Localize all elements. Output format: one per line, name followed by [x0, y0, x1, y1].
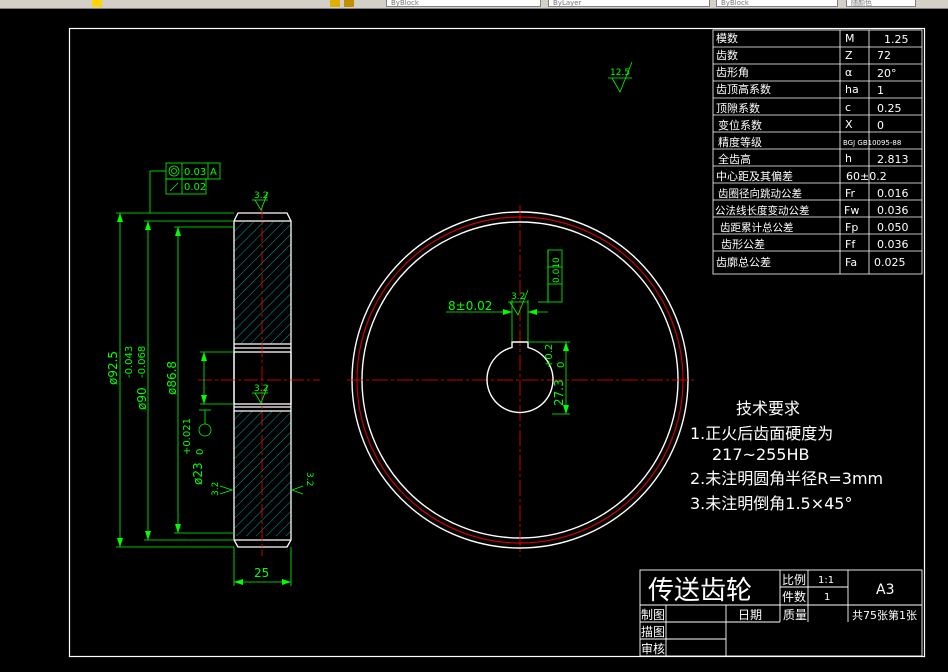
- param-name: 模数: [716, 32, 738, 45]
- datum-label: A: [210, 167, 217, 178]
- param-val: 72: [877, 49, 891, 62]
- param-sym: h: [845, 152, 852, 165]
- param-val: 0.25: [877, 102, 902, 115]
- tech-line1b: 217~255HB: [712, 445, 810, 464]
- bore-tol-upper: +0.021: [182, 418, 193, 455]
- param-sym: BGJ GB10095-88: [843, 139, 901, 147]
- front-dim-text: 8±0.02 3.2 27.3 +0.2 0 0.010 12.5: [448, 68, 630, 406]
- param-sym: Fa: [845, 256, 857, 269]
- roughness-sec3: 3.2: [211, 482, 221, 496]
- od2-tol-lower: -0.068: [137, 346, 148, 378]
- param-name: 顶隙系数: [716, 101, 760, 115]
- front-view: [347, 205, 694, 556]
- od-dim: ø92.5: [106, 351, 120, 385]
- count-value: 1: [824, 592, 830, 603]
- param-val: 0.016: [877, 187, 909, 200]
- tech-line3: 3.未注明倒角1.5×45°: [690, 494, 852, 513]
- param-name: 公法线长度变动公差: [715, 204, 810, 217]
- made-by-label: 制图: [641, 608, 665, 622]
- param-val: 0.050: [877, 221, 909, 234]
- param-val: 0.025: [874, 256, 906, 269]
- param-sym: Fw: [844, 204, 859, 217]
- param-val: 2.813: [877, 153, 909, 166]
- param-name: 齿顶高系数: [716, 82, 771, 96]
- param-name: 齿数: [716, 49, 738, 62]
- param-sym: Ff: [845, 238, 856, 251]
- bore-dim: ø23: [191, 462, 205, 485]
- width-dim: 25: [254, 566, 269, 580]
- param-val: 1.25: [884, 33, 909, 46]
- sheet-size: A3: [876, 582, 894, 598]
- front-dimensions: [446, 61, 633, 415]
- param-name: 齿廓总公差: [716, 255, 771, 269]
- roughness-top: 12.5: [610, 68, 630, 78]
- param-name: 齿形公差: [721, 237, 765, 251]
- mass-label: 质量: [783, 608, 807, 622]
- param-sym: Fp: [845, 221, 858, 234]
- date-label: 日期: [738, 608, 762, 622]
- pitch-dim: ø86.8: [165, 361, 179, 395]
- param-sym: Z: [845, 49, 853, 62]
- tech-line1: 1.正火后齿面硬度为: [690, 424, 833, 443]
- key-depth-tol-upper: +0.2: [544, 344, 555, 368]
- param-sym: ha: [845, 83, 859, 96]
- scale-value: 1:1: [818, 575, 834, 586]
- param-name: 齿形角: [716, 66, 749, 79]
- checked-label: 审核: [641, 641, 665, 656]
- section-view: [198, 205, 320, 556]
- parallel-tol: 0.02: [184, 182, 206, 193]
- scale-label: 比例: [782, 573, 806, 587]
- drawn-label: 描图: [641, 625, 665, 639]
- param-name: 全齿高: [718, 152, 751, 166]
- param-name: 齿距累计总公差: [720, 221, 794, 234]
- od2-dim: ø90: [135, 387, 149, 410]
- param-sym: Fr: [845, 187, 856, 200]
- param-name: 变位系数: [718, 118, 762, 132]
- roughness-sec1: 3.2: [254, 191, 268, 201]
- bore-tol-lower: 0: [195, 449, 206, 455]
- param-name: 精度等级: [718, 135, 762, 149]
- count-label: 件数: [782, 589, 806, 604]
- drawing-frame: [68, 27, 926, 658]
- runout-tol: 0.03: [184, 167, 206, 178]
- tech-title: 技术要求: [736, 399, 800, 418]
- param-sym: α: [845, 66, 852, 79]
- param-val: 1: [877, 84, 884, 97]
- param-sym: M: [845, 32, 855, 45]
- roughness-key: 3.2: [511, 292, 525, 302]
- tech-line2: 2.未注明圆角半径R=3mm: [690, 469, 883, 488]
- part-name: 传送齿轮: [648, 576, 752, 606]
- sheet-number: 共75张第1张: [852, 608, 917, 622]
- roughness-sec2: 3.2: [254, 384, 268, 394]
- param-name: 齿圈径向跳动公差: [718, 187, 802, 200]
- cad-drawing: 模数 M 1.25 齿数 Z 72 齿形角 α 20° 齿顶高系数 ha 1 顶…: [68, 27, 926, 658]
- od2-tol-upper: -0.043: [124, 346, 135, 378]
- roughness-sec4: 3.2: [304, 472, 314, 486]
- param-name: 中心距及其偏差: [716, 169, 793, 183]
- title-block-text: 传送齿轮 比例 1:1 件数 1 A3 制图 日期 质量 共75张第1张 描图 …: [641, 573, 917, 656]
- tech-requirements: 技术要求 1.正火后齿面硬度为 217~255HB 2.未注明圆角半径R=3mm…: [690, 399, 883, 513]
- key-depth-tol-lower: 0: [556, 362, 567, 368]
- param-sym: 60±0.2: [846, 170, 887, 183]
- symmetry-tol: 0.010: [552, 257, 562, 283]
- param-sym: c: [845, 101, 851, 114]
- key-depth-dim: 27.3: [552, 379, 566, 406]
- key-width-dim: 8±0.02: [448, 299, 492, 313]
- param-sym: X: [845, 118, 853, 131]
- parameter-table-text: 模数 M 1.25 齿数 Z 72 齿形角 α 20° 齿顶高系数 ha 1 顶…: [715, 32, 909, 269]
- param-val: 20°: [877, 67, 897, 80]
- param-val: 0.036: [877, 204, 909, 217]
- param-val: 0: [877, 119, 884, 132]
- param-val: 0.036: [877, 238, 909, 251]
